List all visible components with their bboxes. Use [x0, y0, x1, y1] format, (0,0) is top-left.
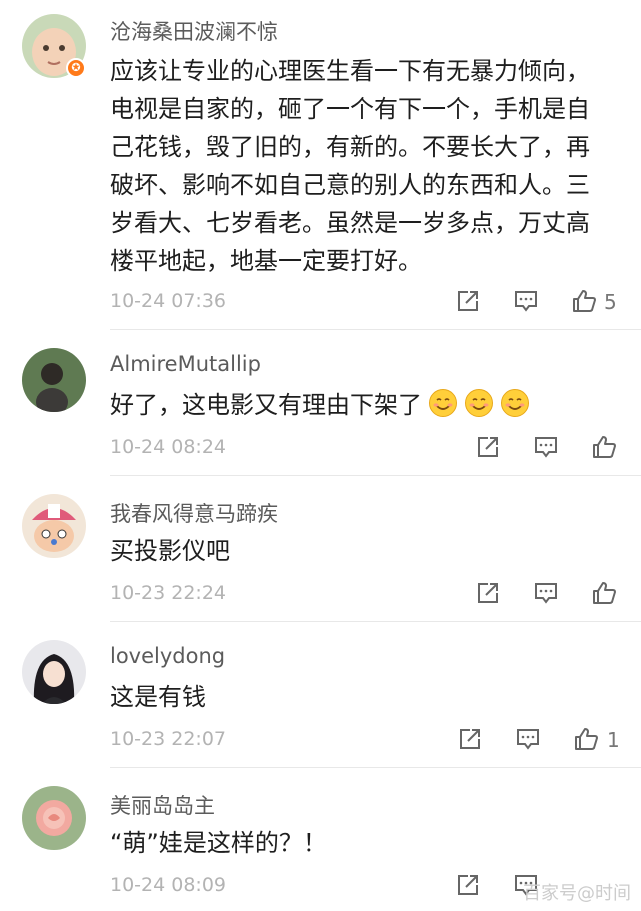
share-icon[interactable]	[454, 871, 482, 899]
thumbs-up-icon[interactable]	[570, 287, 598, 315]
comment-time: 10-24 08:09	[110, 874, 227, 896]
comment-username[interactable]: 沧海桑田波澜不惊	[110, 16, 278, 46]
comment-text: 好了，这电影又有理由下架了	[110, 386, 610, 424]
share-icon[interactable]	[454, 287, 482, 315]
comment-text: 买投影仪吧	[110, 537, 230, 565]
comment-icon[interactable]	[512, 287, 540, 315]
rose-avatar-image	[22, 786, 86, 850]
watermark: 百家号@时间	[523, 883, 631, 904]
avatar[interactable]	[22, 640, 86, 704]
comment-icon[interactable]	[532, 433, 560, 461]
comment-time: 10-23 22:07	[110, 728, 227, 750]
smiling-face-icon	[428, 388, 458, 418]
comment-username[interactable]: 我春风得意马蹄疾	[110, 498, 278, 528]
comment-item: 我春风得意马蹄疾 买投影仪吧 10-23 22:24	[0, 476, 641, 622]
avatar[interactable]	[22, 494, 86, 558]
thumbs-up-icon[interactable]	[590, 579, 618, 607]
smiling-face-icon	[500, 388, 530, 418]
verified-badge-icon: ✪	[66, 58, 86, 78]
comment-icon[interactable]	[514, 725, 542, 753]
share-icon[interactable]	[474, 433, 502, 461]
avatar[interactable]	[22, 786, 86, 850]
comment-text: 应该让专业的心理医生看一下有无暴力倾向，电视是自家的，砸了一个有下一个，手机是自…	[110, 57, 590, 275]
comment-icon[interactable]	[532, 579, 560, 607]
comment-time: 10-24 07:36	[110, 290, 227, 312]
like-count: 1	[607, 728, 620, 752]
comment-text-content: 好了，这电影又有理由下架了	[110, 391, 422, 419]
share-icon[interactable]	[474, 579, 502, 607]
person-avatar-image	[22, 348, 86, 412]
thumbs-up-icon[interactable]	[590, 433, 618, 461]
comment-item: ✪ 沧海桑田波澜不惊 应该让专业的心理医生看一下有无暴力倾向，电视是自家的，砸了…	[0, 0, 641, 330]
comment-username[interactable]: lovelydong	[110, 644, 225, 668]
comment-text: 这是有钱	[110, 683, 206, 711]
comment-time: 10-24 08:24	[110, 436, 227, 458]
like-count: 5	[604, 290, 617, 314]
thumbs-up-icon[interactable]	[572, 725, 600, 753]
comment-text: “萌”娃是这样的？！	[110, 829, 327, 857]
cartoon-avatar-image	[22, 494, 86, 558]
comment-username[interactable]: 美丽岛岛主	[110, 790, 215, 820]
share-icon[interactable]	[456, 725, 484, 753]
smiling-face-icon	[464, 388, 494, 418]
comment-item: AlmireMutallip 好了，这电影又有理由下架了 10-24 08:24	[0, 330, 641, 476]
comment-time: 10-23 22:24	[110, 582, 227, 604]
comment-username[interactable]: AlmireMutallip	[110, 352, 261, 376]
person-avatar-image	[22, 640, 86, 704]
avatar[interactable]	[22, 348, 86, 412]
comment-item: lovelydong 这是有钱 10-23 22:07 1	[0, 622, 641, 768]
